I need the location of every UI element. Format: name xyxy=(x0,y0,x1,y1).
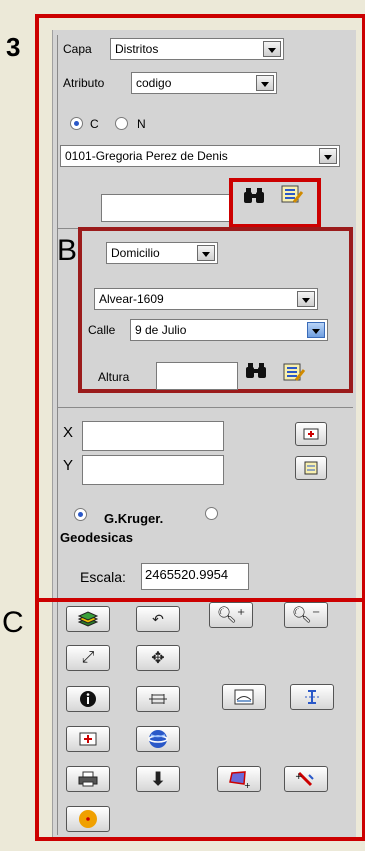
zoom-in-icon: 🔍︎⁺ xyxy=(216,607,246,624)
layers-icon xyxy=(77,611,99,627)
scale-bar-button[interactable] xyxy=(290,684,334,710)
pan-button[interactable]: ✥ xyxy=(136,645,180,671)
point-icon xyxy=(79,810,97,828)
edit-icon: + xyxy=(295,771,314,787)
zoom-out-icon: 🔍︎⁻ xyxy=(291,607,321,624)
locate-icon xyxy=(79,732,97,746)
measure-icon xyxy=(149,694,167,704)
legend-button[interactable] xyxy=(222,684,266,710)
zoom-extent-icon: ⤢ xyxy=(81,649,95,666)
polygon-button[interactable]: + xyxy=(217,766,261,792)
point-button[interactable] xyxy=(66,806,110,832)
print-icon xyxy=(78,771,98,787)
undo-button[interactable]: ↶ xyxy=(136,606,180,632)
locate-button[interactable] xyxy=(66,726,110,752)
pan-icon: ✥ xyxy=(151,650,165,667)
globe-button[interactable] xyxy=(136,726,180,752)
print-button[interactable] xyxy=(66,766,110,792)
svg-text:+: + xyxy=(295,772,303,782)
globe-icon xyxy=(148,730,168,748)
info-icon xyxy=(80,691,96,707)
zoom-extent-button[interactable]: ⤢ xyxy=(66,645,110,671)
info-button[interactable] xyxy=(66,686,110,712)
scale-bar-icon xyxy=(305,690,319,704)
zoom-in-button[interactable]: 🔍︎⁺ xyxy=(209,602,253,628)
annotation-3: 3 xyxy=(6,32,21,62)
measure-button[interactable] xyxy=(136,686,180,712)
download-button[interactable]: ⬇ xyxy=(136,766,180,792)
edit-button[interactable]: + xyxy=(284,766,328,792)
annotation-c: C xyxy=(2,606,24,639)
annotation-box-c xyxy=(35,598,365,841)
polygon-icon: + xyxy=(229,771,250,788)
legend-icon xyxy=(234,689,254,705)
layers-button[interactable] xyxy=(66,606,110,632)
zoom-out-button[interactable]: 🔍︎⁻ xyxy=(284,602,328,628)
annotation-box-3 xyxy=(35,14,365,602)
svg-text:+: + xyxy=(244,781,250,788)
download-icon: ⬇ xyxy=(150,768,166,789)
undo-icon: ↶ xyxy=(152,610,164,627)
